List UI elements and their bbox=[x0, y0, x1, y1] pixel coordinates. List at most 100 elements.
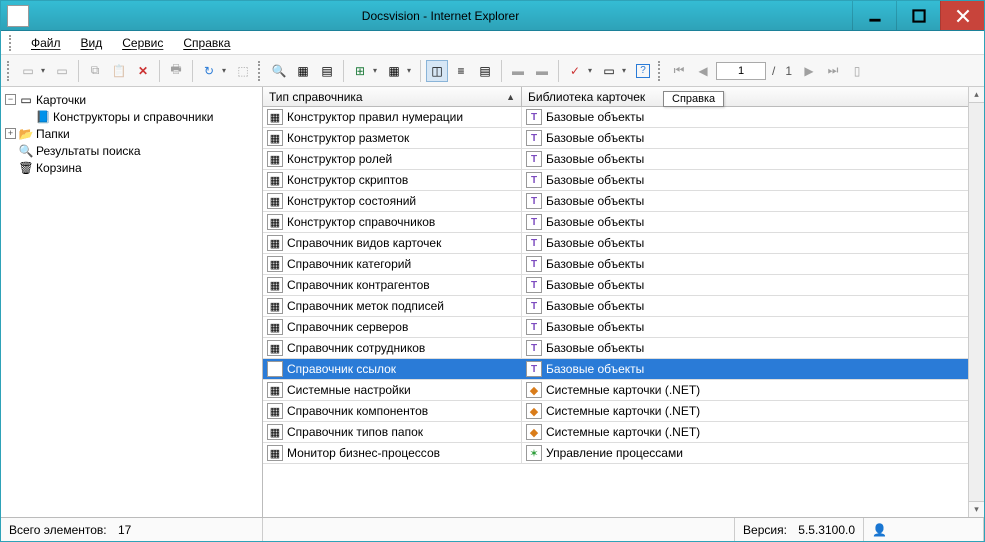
stop-button[interactable]: ⬚ bbox=[232, 60, 254, 82]
page-input[interactable]: 1 bbox=[716, 62, 766, 80]
tree-node-cards[interactable]: − Карточки bbox=[3, 91, 260, 108]
sort-button[interactable]: ▬ bbox=[531, 60, 553, 82]
vertical-scrollbar[interactable]: ▴ ▾ bbox=[968, 87, 984, 517]
delete-button[interactable]: ✕ bbox=[132, 60, 154, 82]
cell-library: Базовые объекты bbox=[522, 212, 984, 232]
separator bbox=[78, 60, 79, 82]
view-detail-button[interactable]: ▤ bbox=[474, 60, 496, 82]
export-xml-dropdown[interactable]: ▾ bbox=[407, 66, 415, 75]
table-row[interactable]: ▦Конструктор состояний Базовые объекты bbox=[263, 191, 984, 212]
help-button[interactable]: ? bbox=[632, 60, 654, 82]
scroll-down-icon[interactable]: ▾ bbox=[969, 501, 984, 517]
page-next-button[interactable]: ▶ bbox=[798, 60, 820, 82]
table-row[interactable]: ▦Справочник меток подписейБазовые объект… bbox=[263, 296, 984, 317]
menu-help[interactable]: Справка bbox=[175, 34, 238, 52]
maximize-button[interactable] bbox=[896, 1, 940, 30]
table-row[interactable]: ▦Справочник категорийБазовые объекты bbox=[263, 254, 984, 275]
cell-type: ▦Монитор бизнес-процессов bbox=[263, 443, 522, 463]
scroll-up-icon[interactable]: ▴ bbox=[969, 87, 984, 103]
check-button[interactable]: ✓ bbox=[564, 60, 586, 82]
gear-icon: ▭ bbox=[603, 64, 614, 78]
status-version-value: 5.5.3100.0 bbox=[798, 523, 855, 537]
window-title: Docsvision - Internet Explorer bbox=[29, 9, 852, 23]
page-last-button[interactable]: ⏭ bbox=[822, 60, 844, 82]
tree-node-constructors[interactable]: Конструкторы и справочники bbox=[3, 108, 260, 125]
cell-library-text: Базовые объекты bbox=[546, 299, 644, 313]
table-row[interactable]: ▦Справочник серверовБазовые объекты bbox=[263, 317, 984, 338]
table-row[interactable]: ▦Конструктор правил нумерацииБазовые объ… bbox=[263, 107, 984, 128]
new-card-dropdown[interactable]: ▾ bbox=[41, 66, 49, 75]
cell-library: Системные карточки (.NET) bbox=[522, 422, 984, 442]
page-all-button[interactable]: ▯ bbox=[846, 60, 868, 82]
table-row[interactable]: ▦Конструктор скриптовБазовые объекты bbox=[263, 170, 984, 191]
menu-file[interactable]: Файл bbox=[23, 34, 69, 52]
table-row[interactable]: ▦Справочник видов карточекБазовые объект… bbox=[263, 233, 984, 254]
row-library-icon bbox=[526, 298, 542, 314]
settings-button[interactable]: ▭ bbox=[598, 60, 620, 82]
column-header-library[interactable]: Библиотека карточек ▲ bbox=[522, 87, 984, 106]
table-row[interactable]: ▦Конструктор разметокБазовые объекты bbox=[263, 128, 984, 149]
cell-type-text: Справочник ссылок bbox=[287, 362, 396, 376]
group-button[interactable]: ▬ bbox=[507, 60, 529, 82]
new-card-button[interactable]: ▭ bbox=[17, 60, 39, 82]
folder-tree[interactable]: − Карточки Конструкторы и справочники + … bbox=[1, 87, 263, 517]
properties-button[interactable]: ▤ bbox=[316, 60, 338, 82]
table-row[interactable]: ▦Системные настройкиСистемные карточки (… bbox=[263, 380, 984, 401]
cell-library: Системные карточки (.NET) bbox=[522, 401, 984, 421]
paste-button[interactable]: 📋 bbox=[108, 60, 130, 82]
tree-node-trash[interactable]: Корзина bbox=[3, 159, 260, 176]
export-excel-button[interactable]: ⊞ bbox=[349, 60, 371, 82]
column-header-type[interactable]: Тип справочника ▲ bbox=[263, 87, 522, 106]
export-dropdown[interactable]: ▾ bbox=[373, 66, 381, 75]
expander-icon[interactable]: − bbox=[5, 94, 16, 105]
cell-library: Управление процессами bbox=[522, 443, 984, 463]
grid-body[interactable]: ▦Конструктор правил нумерацииБазовые объ… bbox=[263, 107, 984, 517]
copy-button[interactable]: ⧉ bbox=[84, 60, 106, 82]
row-type-icon: ▦ bbox=[267, 298, 283, 314]
page-first-button[interactable]: ⏮ bbox=[668, 60, 690, 82]
list-view-icon: ≡ bbox=[457, 64, 464, 78]
cell-type-text: Монитор бизнес-процессов bbox=[287, 446, 440, 460]
cell-library: Системные карточки (.NET) bbox=[522, 380, 984, 400]
cell-type: ▦Конструктор состояний bbox=[263, 191, 522, 211]
table-row[interactable]: ▦Справочник типов папокСистемные карточк… bbox=[263, 422, 984, 443]
row-library-icon bbox=[526, 214, 542, 230]
table-row[interactable]: ▦Справочник сотрудниковБазовые объекты bbox=[263, 338, 984, 359]
settings-dropdown[interactable]: ▾ bbox=[622, 66, 630, 75]
table-row[interactable]: ▦Справочник ссылокБазовые объекты bbox=[263, 359, 984, 380]
table-row[interactable]: ▦Справочник компонентовСистемные карточк… bbox=[263, 401, 984, 422]
tree-node-results[interactable]: Результаты поиска bbox=[3, 142, 260, 159]
refresh-button[interactable]: ↻ bbox=[198, 60, 220, 82]
expander-icon[interactable]: + bbox=[5, 128, 16, 139]
cell-library-text: Базовые объекты bbox=[546, 194, 644, 208]
search-button[interactable]: 🔍 bbox=[268, 60, 290, 82]
toolbar-grip-2 bbox=[258, 61, 264, 81]
page-prev-button[interactable]: ◀ bbox=[692, 60, 714, 82]
open-button[interactable]: ▭ bbox=[51, 60, 73, 82]
excel-icon: ⊞ bbox=[355, 64, 365, 78]
table-row[interactable]: ▦Конструктор ролейБазовые объекты bbox=[263, 149, 984, 170]
table-row[interactable]: ▦Справочник контрагентовБазовые объекты bbox=[263, 275, 984, 296]
cell-library-text: Базовые объекты bbox=[546, 257, 644, 271]
table-row[interactable]: ▦Конструктор справочниковБазовые объекты bbox=[263, 212, 984, 233]
menu-view[interactable]: Вид bbox=[73, 34, 111, 52]
next-icon: ▶ bbox=[804, 64, 813, 78]
refresh-dropdown[interactable]: ▾ bbox=[222, 66, 230, 75]
row-library-icon bbox=[526, 151, 542, 167]
menu-service[interactable]: Сервис bbox=[114, 34, 171, 52]
row-type-icon: ▦ bbox=[267, 319, 283, 335]
cell-type-text: Конструктор скриптов bbox=[287, 173, 408, 187]
tree-node-folders[interactable]: + Папки bbox=[3, 125, 260, 142]
minimize-button[interactable] bbox=[852, 1, 896, 30]
view-list-button[interactable]: ≡ bbox=[450, 60, 472, 82]
print-button[interactable]: 🖶 bbox=[165, 60, 187, 82]
view-tree-button[interactable]: ◫ bbox=[426, 60, 448, 82]
filter-button[interactable]: ▦ bbox=[292, 60, 314, 82]
status-bar: Всего элементов: 17 Версия: 5.5.3100.0 bbox=[1, 517, 984, 541]
table-row[interactable]: ▦Монитор бизнес-процессовУправление проц… bbox=[263, 443, 984, 464]
export-xml-button[interactable]: ▦ bbox=[383, 60, 405, 82]
close-button[interactable] bbox=[940, 1, 984, 30]
cell-library: Базовые объекты bbox=[522, 107, 984, 127]
cell-library-text: Базовые объекты bbox=[546, 152, 644, 166]
check-dropdown[interactable]: ▾ bbox=[588, 66, 596, 75]
